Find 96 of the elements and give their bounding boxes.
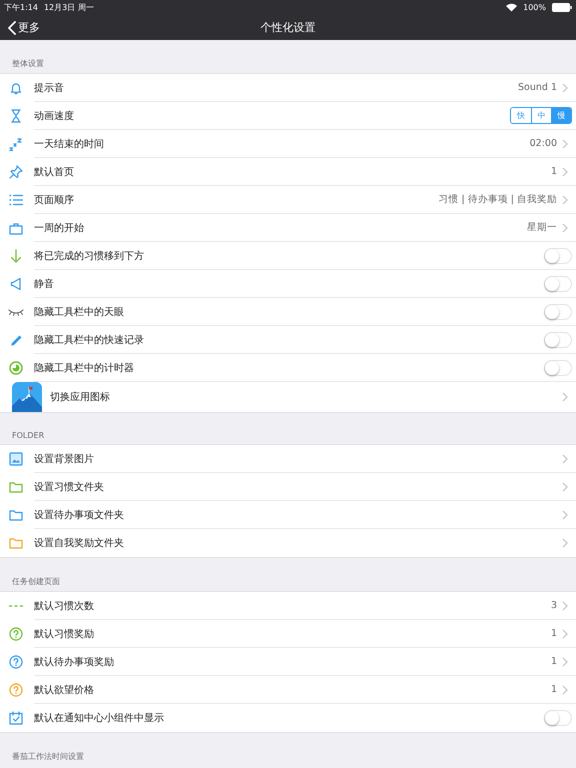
section-header: FOLDER <box>11 430 46 442</box>
chevron-right-icon <box>562 166 568 176</box>
setting-value: 1 <box>550 656 557 667</box>
chevron-right-icon <box>562 538 568 548</box>
settings-row[interactable]: 静音 <box>0 270 576 298</box>
section-header: 番茄工作法时间设置 <box>11 751 85 763</box>
pin-icon <box>9 165 23 179</box>
setting-value: 星期一 <box>527 221 557 234</box>
settings-row[interactable]: 默认习惯奖励 1 <box>0 620 576 648</box>
battery-icon <box>552 2 572 12</box>
settings-row[interactable]: 默认习惯次数 3 <box>0 592 576 620</box>
setting-value: 1 <box>550 166 557 177</box>
timer-icon <box>9 361 23 375</box>
setting-label: 隐藏工具栏中的快速记录 <box>34 334 145 346</box>
chevron-right-icon <box>562 138 568 148</box>
chevron-right-icon <box>562 684 568 694</box>
toggle-switch[interactable] <box>544 360 572 376</box>
settings-row[interactable]: 将已完成的习惯移到下方 <box>0 242 576 270</box>
settings-row[interactable]: 设置习惯文件夹 <box>0 473 576 501</box>
setting-label: 设置待办事项文件夹 <box>34 508 125 522</box>
setting-value: 3 <box>550 600 557 611</box>
chevron-right-icon <box>562 482 568 492</box>
chevron-right-icon <box>562 82 568 92</box>
setting-label: 隐藏工具栏中的计时器 <box>34 362 135 374</box>
setting-label: 设置习惯文件夹 <box>34 480 105 494</box>
briefcase-icon <box>9 222 23 234</box>
arrow-down-icon <box>10 249 22 263</box>
settings-row[interactable]: 一周的开始 星期一 <box>0 214 576 242</box>
chevron-right-icon <box>562 222 568 232</box>
setting-value: 02:00 <box>530 138 557 149</box>
setting-label: 默认习惯次数 <box>34 600 95 612</box>
status-time: 下午1:14 <box>4 2 38 12</box>
setting-label: 切换应用图标 <box>50 390 111 404</box>
back-button[interactable]: 更多 <box>6 18 42 37</box>
setting-label: 一周的开始 <box>34 222 85 234</box>
status-date: 12月3日 周一 <box>44 2 94 12</box>
setting-label: 隐藏工具栏中的天眼 <box>34 306 125 318</box>
toggle-switch[interactable] <box>544 248 572 264</box>
chevron-right-icon <box>562 628 568 638</box>
pencil-icon <box>10 334 22 346</box>
setting-label: 页面顺序 <box>34 194 75 206</box>
toggle-switch[interactable] <box>544 304 572 320</box>
speaker-icon <box>10 277 22 291</box>
settings-row[interactable]: 默认欲望价格 1 <box>0 676 576 704</box>
settings-row[interactable]: 设置背景图片 <box>0 445 576 473</box>
toggle-switch[interactable] <box>544 276 572 292</box>
setting-label: 提示音 <box>34 82 65 94</box>
image-icon <box>9 452 23 466</box>
setting-label: 默认欲望价格 <box>34 684 95 696</box>
settings-row[interactable]: 切换应用图标 <box>0 382 576 412</box>
toggle-switch[interactable] <box>544 332 572 348</box>
chevron-right-icon <box>562 656 568 666</box>
settings-row[interactable]: 默认待办事项奖励 1 <box>0 648 576 676</box>
settings-row[interactable]: 隐藏工具栏中的快速记录 <box>0 326 576 354</box>
chevron-right-icon <box>562 454 568 464</box>
settings-row[interactable]: 隐藏工具栏中的天眼 <box>0 298 576 326</box>
chevron-right-icon <box>562 392 568 402</box>
setting-label: 静音 <box>34 278 55 290</box>
sleep-icon <box>9 137 23 151</box>
settings-row[interactable]: 一天结束的时间 02:00 <box>0 130 576 158</box>
hourglass-icon <box>10 109 22 123</box>
setting-value: 1 <box>550 628 557 639</box>
settings-row[interactable]: 提示音 Sound 1 <box>0 74 576 102</box>
setting-label: 默认习惯奖励 <box>34 628 95 640</box>
settings-row[interactable]: 隐藏工具栏中的计时器 <box>0 354 576 382</box>
setting-label: 设置自我奖励文件夹 <box>34 536 125 550</box>
closed-eye-icon <box>8 308 24 316</box>
settings-row[interactable]: 设置待办事项文件夹 <box>0 501 576 529</box>
settings-row[interactable]: 页面顺序 习惯 | 待办事项 | 自我奖励 <box>0 186 576 214</box>
setting-label: 默认在通知中心小组件中显示 <box>34 712 165 725</box>
chevron-right-icon <box>562 194 568 204</box>
setting-label: 一天结束的时间 <box>34 138 105 150</box>
chevron-left-icon <box>8 20 16 34</box>
setting-value: 习惯 | 待办事项 | 自我奖励 <box>438 193 557 206</box>
section-header: 整体设置 <box>11 58 45 70</box>
chevron-right-icon <box>562 510 568 520</box>
setting-value: 1 <box>550 684 557 695</box>
setting-label: 默认待办事项奖励 <box>34 656 115 668</box>
chevron-right-icon <box>562 600 568 610</box>
page-title: 个性化设置 <box>260 20 316 34</box>
settings-row[interactable]: 设置自我奖励文件夹 <box>0 529 576 557</box>
toggle-switch[interactable] <box>544 710 572 726</box>
dashes-icon <box>8 604 24 608</box>
settings-row[interactable]: 默认首页 1 <box>0 158 576 186</box>
setting-label: 设置背景图片 <box>34 452 95 466</box>
wifi-icon <box>506 2 518 12</box>
calendar-check-icon <box>9 711 23 725</box>
setting-label: 将已完成的习惯移到下方 <box>34 250 145 262</box>
setting-value: Sound 1 <box>518 82 557 93</box>
battery-percent: 100% <box>523 2 546 12</box>
setting-label: 动画速度 <box>34 110 75 122</box>
settings-row[interactable]: 默认在通知中心小组件中显示 <box>0 704 576 732</box>
section-header: 任务创建页面 <box>11 576 61 588</box>
list-icon <box>9 194 23 206</box>
setting-label: 默认首页 <box>34 166 75 178</box>
bell-icon <box>9 81 23 95</box>
